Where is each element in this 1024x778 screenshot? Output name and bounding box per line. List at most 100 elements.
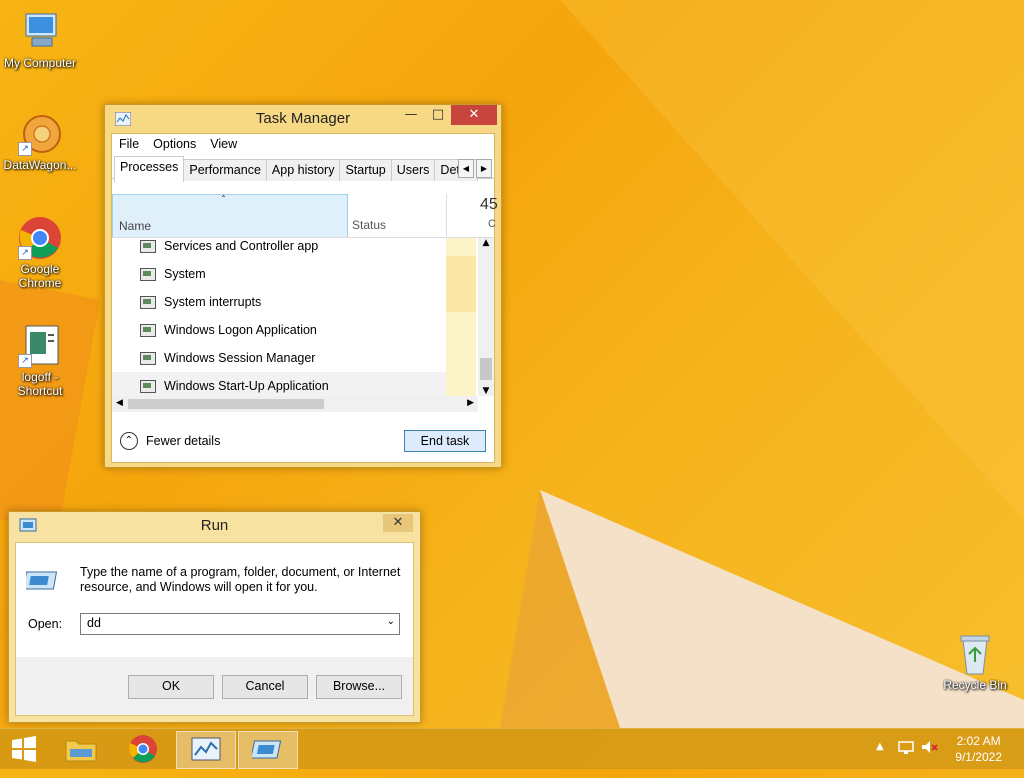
volume-muted-icon[interactable] — [920, 739, 938, 758]
open-label: Open: — [28, 617, 63, 631]
run-titlebar[interactable]: Run ✕ — [9, 512, 420, 540]
tab-performance[interactable]: Performance — [183, 159, 267, 181]
vertical-scroll-thumb[interactable] — [480, 358, 492, 380]
cpu-total-value: 45 — [480, 196, 498, 213]
table-row[interactable]: System — [112, 260, 446, 288]
task-manager-client: File Options View Processes Performance … — [111, 133, 498, 463]
table-row[interactable]: Windows Session Manager — [112, 344, 446, 372]
show-hidden-icons[interactable]: ▲ — [876, 741, 884, 752]
chevron-up-icon: ⌃ — [120, 432, 138, 450]
table-row[interactable]: Windows Logon Application — [112, 316, 446, 344]
fewer-details-label: Fewer details — [146, 434, 221, 448]
process-name: System — [164, 267, 206, 281]
column-header-name[interactable]: ˆ Name — [112, 194, 348, 238]
task-manager-icon — [191, 737, 221, 761]
run-dialog: Run ✕ Type the name of a program, folder… — [8, 511, 421, 723]
shortcut-arrow-icon: ↗ — [18, 246, 32, 260]
column-status-label: Status — [352, 218, 387, 232]
scroll-up-icon[interactable]: ▲ — [478, 238, 494, 248]
open-combobox[interactable]: dd ⌄ — [80, 613, 400, 635]
process-name: Windows Logon Application — [164, 323, 317, 337]
tab-scroll-left-icon[interactable]: ◀ — [458, 159, 474, 178]
column-header-cpu[interactable]: 45 C — [448, 194, 498, 236]
tab-app-history[interactable]: App history — [265, 159, 341, 181]
process-name: Windows Session Manager — [164, 351, 316, 365]
column-header-status[interactable]: Status — [348, 194, 447, 236]
close-button[interactable]: ✕ — [451, 105, 497, 125]
menu-bar: File Options View — [112, 134, 494, 156]
network-icon[interactable] — [898, 739, 914, 758]
process-name: Windows Start-Up Application — [164, 379, 329, 393]
computer-icon — [18, 10, 62, 54]
cancel-button[interactable]: Cancel — [222, 675, 308, 699]
table-row[interactable]: Services and Controller app — [112, 238, 446, 260]
horizontal-scrollbar[interactable]: ◀ ▶ — [112, 396, 478, 412]
desktop-icon-label: DataWagon... — [3, 158, 77, 172]
process-icon — [140, 295, 156, 309]
shortcut-arrow-icon: ↗ — [18, 142, 32, 156]
process-icon — [140, 267, 156, 281]
process-icon — [140, 379, 156, 393]
run-description: Type the name of a program, folder, docu… — [80, 565, 401, 594]
start-icon — [12, 736, 36, 762]
tab-strip: Processes Performance App history Startu… — [112, 156, 494, 182]
column-name-label: Name — [119, 219, 152, 233]
desktop-icon-recycle-bin[interactable]: Recycle Bin — [935, 632, 1015, 692]
process-name: Services and Controller app — [164, 239, 319, 253]
fewer-details-toggle[interactable]: ⌃ Fewer details — [120, 432, 220, 450]
horizontal-scroll-thumb[interactable] — [128, 399, 324, 409]
tab-processes[interactable]: Processes — [114, 156, 185, 182]
desktop-icon-label: My Computer — [3, 56, 77, 70]
scroll-down-icon[interactable]: ▼ — [478, 386, 494, 396]
menu-file[interactable]: File — [112, 134, 146, 156]
start-button[interactable] — [0, 731, 48, 767]
desktop-icon-my-computer[interactable]: My Computer — [0, 10, 80, 70]
shortcut-arrow-icon: ↗ — [18, 354, 32, 368]
vertical-scrollbar[interactable]: ▲ ▼ — [478, 238, 494, 396]
scroll-right-icon[interactable]: ▶ — [467, 398, 474, 408]
cpu-column-label: C — [488, 218, 496, 230]
table-row[interactable]: Windows Start-Up Application — [112, 372, 446, 396]
tab-startup[interactable]: Startup — [339, 159, 392, 181]
menu-view[interactable]: View — [203, 134, 244, 156]
clock-date: 9/1/2022 — [955, 750, 1002, 764]
menu-options[interactable]: Options — [146, 134, 203, 156]
taskbar-file-explorer[interactable] — [52, 731, 110, 767]
ok-button[interactable]: OK — [128, 675, 214, 699]
run-close-button[interactable]: ✕ — [383, 514, 413, 532]
desktop-icon-label: Recycle Bin — [943, 678, 1007, 692]
chevron-down-icon[interactable]: ⌄ — [387, 616, 395, 627]
desktop-icon-google-chrome[interactable]: ↗ Google Chrome — [0, 216, 80, 290]
chrome-icon — [128, 735, 157, 763]
table-row[interactable]: System interrupts — [112, 288, 446, 316]
run-client: Type the name of a program, folder, docu… — [15, 542, 414, 716]
sort-ascending-icon: ˆ — [221, 195, 226, 206]
minimize-button[interactable]: — — [401, 105, 421, 125]
scroll-left-icon[interactable]: ◀ — [116, 398, 123, 408]
process-icon — [140, 323, 156, 337]
desktop-icon-datawagon[interactable]: ↗ DataWagon... — [0, 112, 80, 172]
task-manager-titlebar[interactable]: Task Manager — □ ✕ — [105, 105, 501, 133]
desktop-icon-logoff-shortcut[interactable]: ↗ logoff - Shortcut — [0, 324, 80, 398]
chrome-icon: ↗ — [18, 216, 62, 260]
desktop-icon-label: Google Chrome — [18, 262, 62, 290]
clock-time: 2:02 AM — [956, 734, 1001, 748]
maximize-button[interactable]: □ — [427, 105, 449, 125]
open-input-value[interactable]: dd — [87, 616, 101, 630]
logoff-icon: ↗ — [18, 324, 62, 368]
tab-scroll-right-icon[interactable]: ▶ — [476, 159, 492, 178]
taskbar-run[interactable] — [238, 731, 298, 769]
browse-button[interactable]: Browse... — [316, 675, 402, 699]
file-explorer-icon — [65, 740, 97, 762]
run-program-icon — [22, 569, 58, 594]
end-task-button[interactable]: End task — [404, 430, 486, 452]
run-title: Run — [200, 517, 229, 534]
taskbar: ▲ 2:02 AM 9/1/2022 — [0, 728, 1024, 769]
taskbar-chrome[interactable] — [114, 731, 172, 767]
task-manager-window: Task Manager — □ ✕ File Options View Pro… — [104, 104, 502, 468]
tab-users[interactable]: Users — [390, 159, 436, 181]
process-icon — [140, 351, 156, 365]
taskbar-task-manager[interactable] — [176, 731, 236, 769]
clock[interactable]: 2:02 AM 9/1/2022 — [955, 733, 1002, 765]
process-icon — [140, 239, 156, 253]
